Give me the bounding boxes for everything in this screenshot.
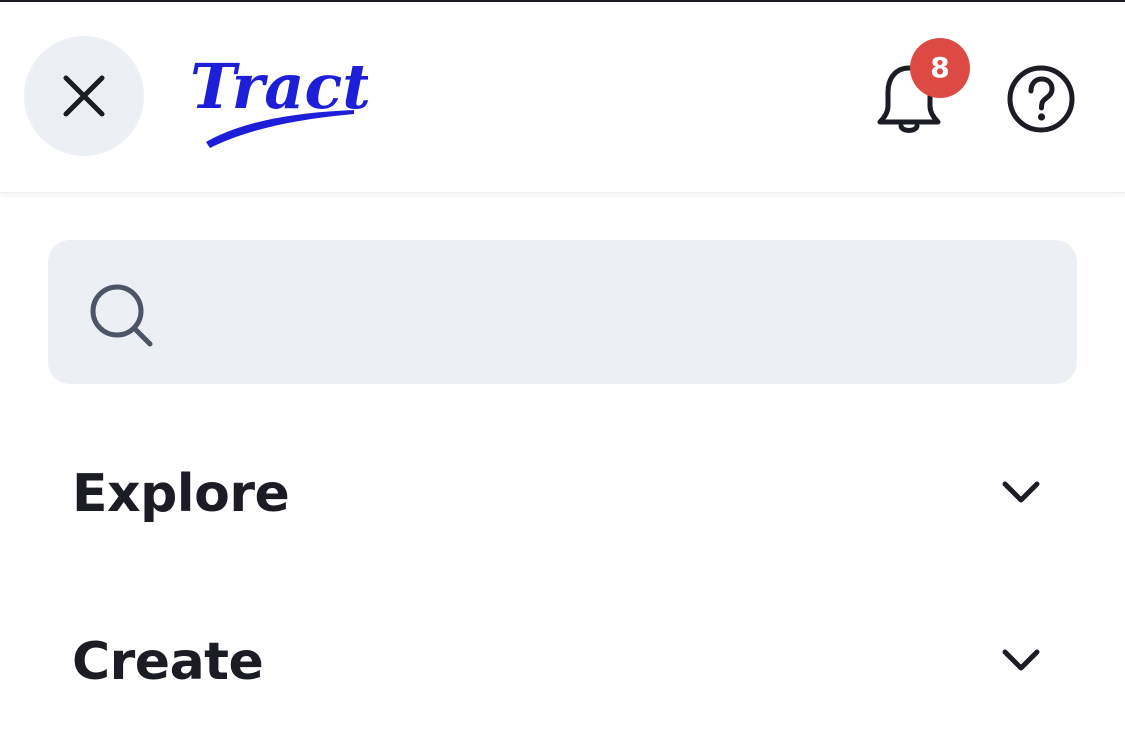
- close-menu-button[interactable]: [24, 36, 144, 156]
- nav-item-label: Explore: [72, 464, 290, 524]
- help-circle-icon: [1007, 65, 1075, 133]
- search-icon: [90, 284, 153, 347]
- nav-item-create[interactable]: Create: [0, 602, 1125, 722]
- chevron-down-icon: [1002, 481, 1040, 503]
- search-input[interactable]: [176, 262, 1050, 364]
- chevron-down-icon: [1002, 649, 1040, 671]
- notification-badge: 8: [910, 38, 970, 98]
- nav-item-label: Create: [72, 632, 264, 692]
- close-icon: [63, 75, 105, 117]
- tract-logo[interactable]: Tract: [188, 42, 368, 152]
- nav-item-explore[interactable]: Explore: [0, 434, 1125, 554]
- app-header: Tract 8: [0, 2, 1125, 193]
- help-button[interactable]: [1004, 62, 1078, 136]
